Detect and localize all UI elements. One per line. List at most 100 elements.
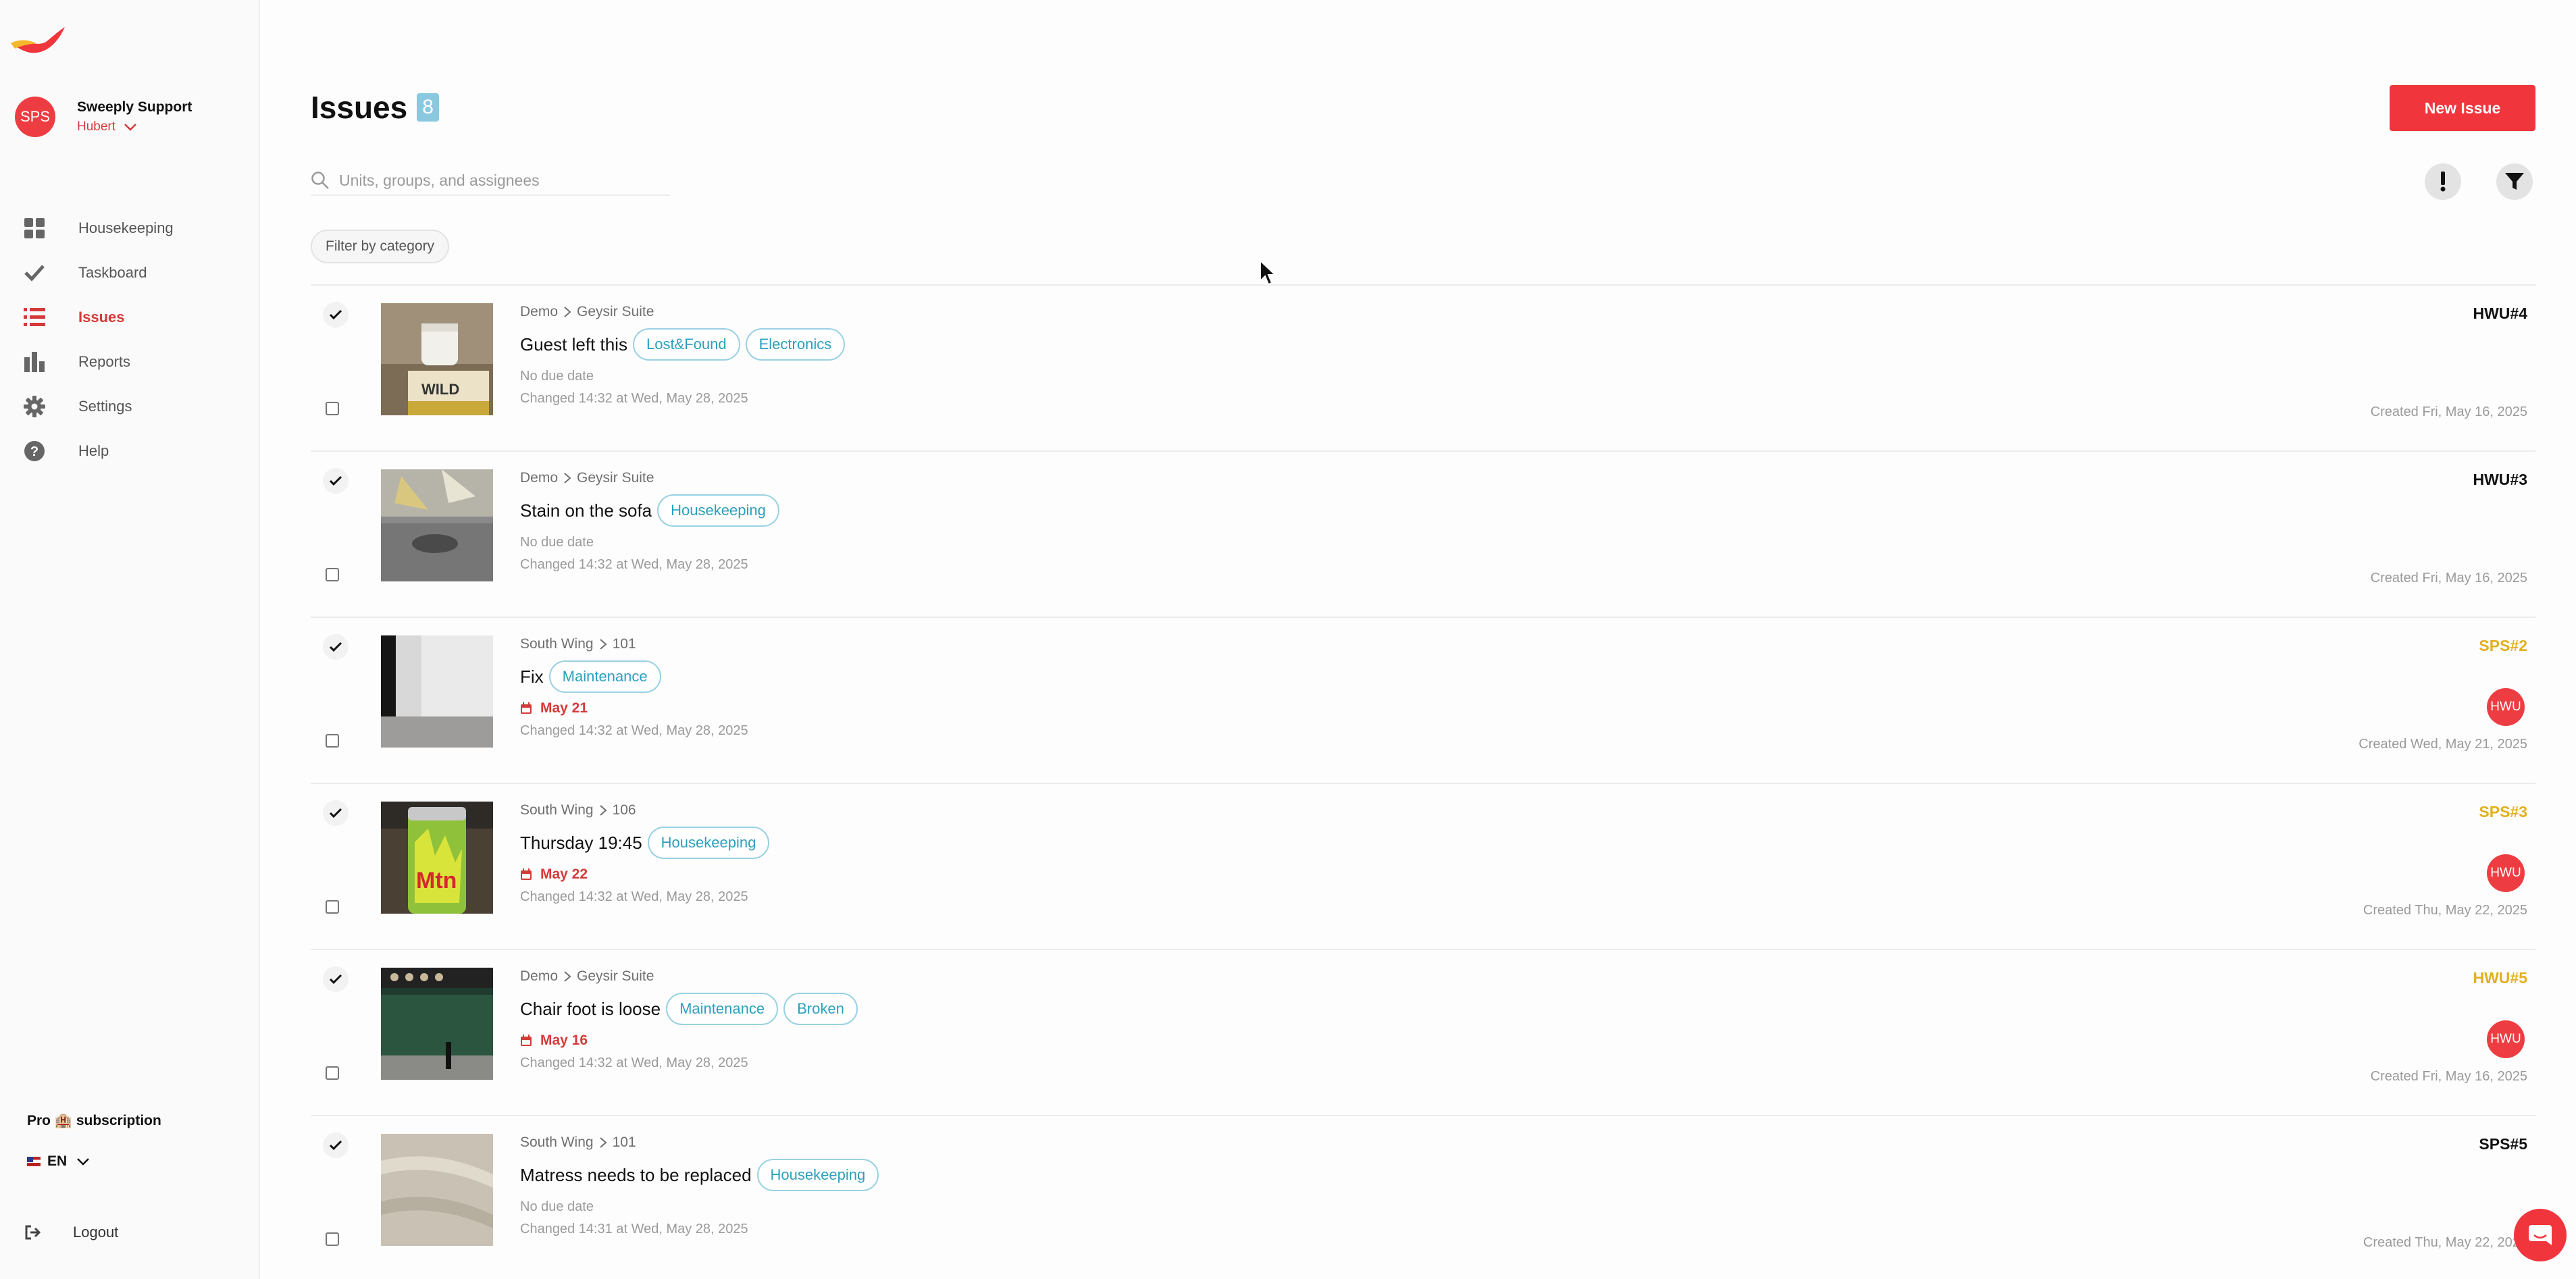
check-icon xyxy=(329,309,342,320)
select-checkbox[interactable] xyxy=(326,568,339,581)
due-date-label: No due date xyxy=(520,534,594,550)
issue-thumbnail[interactable]: WILD xyxy=(381,303,493,415)
sidebar-item-settings[interactable]: Settings xyxy=(23,384,174,429)
mouse-cursor-icon xyxy=(1260,259,1277,286)
created-date: Created Fri, May 16, 2025 xyxy=(2370,404,2527,419)
us-flag-icon xyxy=(27,1157,41,1166)
issue-row[interactable]: Mtn South Wing 106 Thursday 19:45 Housekeepi… xyxy=(311,783,2535,949)
changed-timestamp: Changed 14:32 at Wed, May 28, 2025 xyxy=(520,1055,748,1070)
issue-thumbnail[interactable]: Mtn xyxy=(381,802,493,914)
issue-location: South Wing 101 xyxy=(520,635,748,653)
created-date: Created Thu, May 22, 2025 xyxy=(2363,903,2527,918)
done-toggle[interactable] xyxy=(323,468,349,494)
exclamation-icon xyxy=(2440,172,2446,192)
issue-thumbnail[interactable] xyxy=(381,635,493,748)
issue-title[interactable]: Chair foot is loose xyxy=(520,999,661,1020)
search-bar xyxy=(311,166,670,196)
calendar-icon xyxy=(521,1035,532,1046)
due-date-label: May 21 xyxy=(540,700,588,716)
logout-button[interactable]: Logout xyxy=(24,1224,118,1241)
check-icon xyxy=(329,974,342,985)
category-tag[interactable]: Housekeeping xyxy=(647,827,770,859)
issue-title-row: Fix Maintenance xyxy=(520,660,748,694)
issue-row[interactable]: South Wing 101 Fix Maintenance May 21 Changed… xyxy=(311,617,2535,783)
assignee-avatar[interactable]: HWU xyxy=(2487,1020,2525,1058)
due-date: May 21 xyxy=(520,699,748,718)
chevron-right-icon xyxy=(599,639,607,650)
issue-thumbnail[interactable] xyxy=(381,968,493,1080)
created-date: Created Fri, May 16, 2025 xyxy=(2370,571,2527,585)
due-date: No due date xyxy=(520,367,845,386)
filter-by-category-button[interactable]: Filter by category xyxy=(311,230,450,263)
account-switcher[interactable]: SPS Sweeply Support Hubert xyxy=(15,97,192,137)
sweeply-logo[interactable] xyxy=(7,19,68,59)
chevron-down-icon xyxy=(77,1158,90,1166)
select-checkbox[interactable] xyxy=(326,1232,339,1246)
sidebar-item-label: Help xyxy=(78,442,109,459)
due-date-label: No due date xyxy=(520,368,594,384)
chat-icon xyxy=(2529,1225,2552,1245)
issue-title[interactable]: Stain on the sofa xyxy=(520,500,652,521)
language-label: EN xyxy=(47,1153,68,1169)
issue-reference: SPS#5 xyxy=(2479,1135,2527,1153)
language-selector[interactable]: EN xyxy=(27,1153,90,1170)
category-tag[interactable]: Broken xyxy=(783,993,858,1025)
issue-title[interactable]: Thursday 19:45 xyxy=(520,833,642,854)
chevron-right-icon xyxy=(599,1137,607,1148)
issue-thumbnail[interactable] xyxy=(381,469,493,581)
issue-title[interactable]: Matress needs to be replaced xyxy=(520,1165,752,1186)
select-checkbox[interactable] xyxy=(326,1066,339,1080)
check-icon xyxy=(23,261,46,284)
created-date: Created Fri, May 16, 2025 xyxy=(2370,1069,2527,1084)
sidebar-item-taskboard[interactable]: Taskboard xyxy=(23,251,174,295)
done-toggle[interactable] xyxy=(323,634,349,660)
sidebar-item-help[interactable]: ? Help xyxy=(23,429,174,473)
filter-button[interactable] xyxy=(2496,163,2533,200)
bar-chart-icon xyxy=(23,350,46,373)
location-unit: Geysir Suite xyxy=(577,304,654,319)
done-toggle[interactable] xyxy=(323,302,349,328)
changed-timestamp: Changed 14:32 at Wed, May 28, 2025 xyxy=(520,557,748,572)
issue-row[interactable]: Demo Geysir Suite Chair foot is loose Maint… xyxy=(311,949,2535,1115)
logout-label: Logout xyxy=(73,1224,119,1241)
sidebar-item-issues[interactable]: Issues xyxy=(23,295,174,340)
assignee-avatar[interactable]: HWU xyxy=(2487,854,2525,892)
sidebar-item-housekeeping[interactable]: Housekeeping xyxy=(23,206,174,251)
done-toggle[interactable] xyxy=(323,800,349,826)
select-checkbox[interactable] xyxy=(326,900,339,914)
issue-title[interactable]: Fix xyxy=(520,667,544,687)
search-input[interactable] xyxy=(339,171,656,190)
select-checkbox[interactable] xyxy=(326,402,339,415)
check-icon xyxy=(329,642,342,652)
category-tag[interactable]: Maintenance xyxy=(548,660,661,693)
issue-thumbnail[interactable] xyxy=(381,1134,493,1246)
account-user[interactable]: Hubert xyxy=(77,120,192,134)
done-toggle[interactable] xyxy=(323,1132,349,1158)
done-toggle[interactable] xyxy=(323,966,349,992)
category-tag[interactable]: Maintenance xyxy=(666,993,779,1025)
due-date-label: May 16 xyxy=(540,1033,588,1048)
issue-row[interactable]: South Wing 101 Matress needs to be replace… xyxy=(311,1115,2535,1279)
issue-row[interactable]: WILD Demo Geysir Suite Guest left this Lost&… xyxy=(311,284,2535,450)
gear-icon xyxy=(23,395,46,418)
select-checkbox[interactable] xyxy=(326,734,339,748)
category-tag[interactable]: Housekeeping xyxy=(657,494,779,527)
due-date-label: May 22 xyxy=(540,866,588,882)
category-tag[interactable]: Electronics xyxy=(745,328,846,361)
issue-row[interactable]: Demo Geysir Suite Stain on the sofa Houseke… xyxy=(311,450,2535,617)
issue-location: South Wing 106 xyxy=(520,802,769,819)
issue-title-row: Matress needs to be replaced Housekeeping xyxy=(520,1158,879,1192)
chevron-right-icon xyxy=(599,805,607,816)
category-tag[interactable]: Lost&Found xyxy=(632,328,740,361)
assignee-avatar[interactable]: HWU xyxy=(2487,688,2525,726)
chat-support-button[interactable] xyxy=(2514,1209,2567,1261)
sidebar-item-reports[interactable]: Reports xyxy=(23,340,174,384)
changed-timestamp: Changed 14:32 at Wed, May 28, 2025 xyxy=(520,391,748,406)
new-issue-button[interactable]: New Issue xyxy=(2390,85,2535,131)
issue-title[interactable]: Guest left this xyxy=(520,334,627,355)
page-header: Issues 8 xyxy=(311,89,439,126)
category-tag[interactable]: Housekeeping xyxy=(756,1159,879,1191)
priority-filter-button[interactable] xyxy=(2425,163,2461,200)
issue-count-badge: 8 xyxy=(417,93,439,122)
location-unit: 106 xyxy=(612,802,636,818)
